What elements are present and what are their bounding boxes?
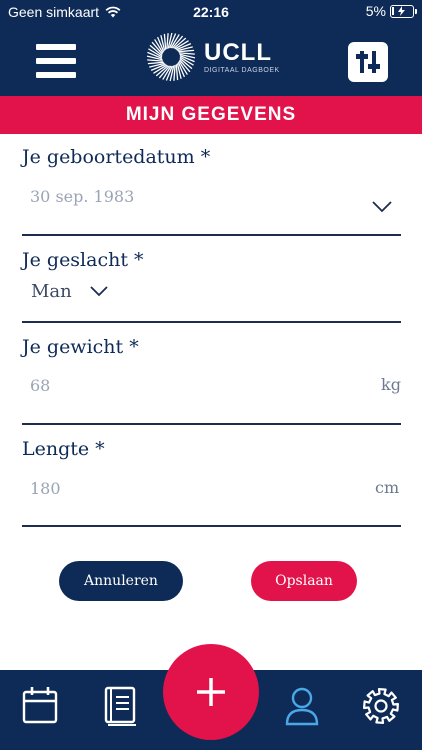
app-header: UCLL DIGITAAL DAGBOEK xyxy=(0,24,422,96)
battery-percent: 5% xyxy=(365,3,386,19)
profile-icon[interactable] xyxy=(282,684,322,728)
height-input[interactable]: 180 xyxy=(30,479,61,498)
save-button[interactable]: Opslaan xyxy=(251,561,357,601)
status-bar: Geen simkaart 22:16 5% xyxy=(0,0,422,24)
chevron-down-icon[interactable] xyxy=(90,286,108,297)
cancel-button[interactable]: Annuleren xyxy=(59,561,183,601)
height-unit: cm xyxy=(375,478,400,497)
add-button[interactable] xyxy=(163,644,259,740)
weight-label: Je gewicht * xyxy=(22,336,139,358)
logo-subtitle: DIGITAAL DAGBOEK xyxy=(204,66,280,74)
birthdate-label: Je geboortedatum * xyxy=(22,146,211,168)
battery-charging-icon xyxy=(390,4,417,18)
height-label: Lengte * xyxy=(22,438,105,460)
add-icon xyxy=(197,678,225,706)
status-right: 5% xyxy=(365,3,417,19)
page-title: MIJN GEGEVENS xyxy=(0,96,422,134)
gender-value[interactable]: Man xyxy=(31,281,72,302)
chevron-down-icon[interactable] xyxy=(372,201,392,213)
diary-book-icon[interactable] xyxy=(101,684,141,728)
ucll-logo: UCLL DIGITAAL DAGBOEK xyxy=(146,32,280,82)
weight-unit: kg xyxy=(381,375,401,394)
sliders-icon[interactable] xyxy=(348,42,388,82)
divider xyxy=(22,423,401,425)
hamburger-icon[interactable] xyxy=(36,44,76,78)
settings-icon[interactable] xyxy=(361,684,401,728)
weight-input[interactable]: 68 xyxy=(30,376,50,395)
calendar-icon[interactable] xyxy=(20,684,60,728)
divider xyxy=(22,234,401,236)
clock: 22:16 xyxy=(193,4,229,20)
logo-brand: UCLL xyxy=(204,38,272,66)
divider xyxy=(22,321,401,323)
gender-label: Je geslacht * xyxy=(22,249,144,271)
ucll-sunburst-icon xyxy=(146,32,196,82)
birthdate-value[interactable]: 30 sep. 1983 xyxy=(30,187,134,206)
divider xyxy=(22,525,401,527)
